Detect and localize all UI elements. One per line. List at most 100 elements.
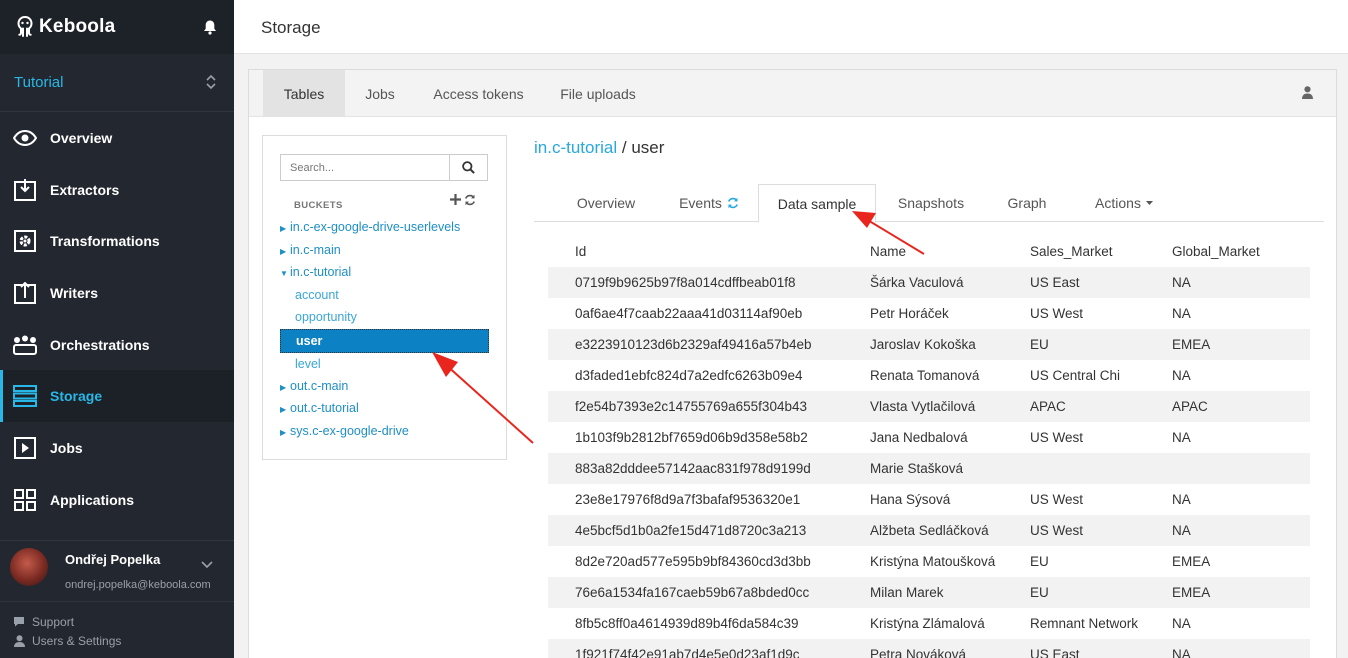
table-row: 4e5bcf5d1b0a2fe15d471d8720c3a213 Alžbeta … xyxy=(548,515,1310,546)
breadcrumb-bucket-link[interactable]: in.c-tutorial xyxy=(534,138,617,157)
nav-label: Storage xyxy=(50,388,103,405)
caret-right-icon: ▶ xyxy=(280,247,287,256)
bucket-label: in.c-main xyxy=(290,243,341,257)
nav-item-applications[interactable]: Applications xyxy=(0,474,234,526)
table-cell: 1f921f74f42e91ab7d4e5e0d23af1d9c xyxy=(575,647,800,658)
tab-events-label: Events xyxy=(679,195,722,211)
bucket-item[interactable]: ▶ out.c-main xyxy=(280,379,348,393)
bucket-item[interactable]: ▶ out.c-tutorial xyxy=(280,401,359,415)
table-cell: 883a82dddee57142aac831f978d9199d xyxy=(575,461,811,476)
tab-events[interactable]: Events xyxy=(664,184,754,222)
play-icon xyxy=(12,435,38,461)
nav-item-extractors[interactable]: Extractors xyxy=(0,164,234,216)
table-cell: NA xyxy=(1172,523,1191,538)
table-item[interactable]: level xyxy=(295,357,321,371)
nav-item-writers[interactable]: Writers xyxy=(0,267,234,319)
tab-snapshots[interactable]: Snapshots xyxy=(886,184,976,222)
table-cell: US East xyxy=(1030,275,1080,290)
table-row: 1f921f74f42e91ab7d4e5e0d23af1d9c Petra No… xyxy=(548,639,1310,658)
table-cell: Šárka Vaculová xyxy=(870,275,964,290)
table-cell: 8fb5c8ff0a4614939d89b4f6da584c39 xyxy=(575,616,799,631)
nav-label: Applications xyxy=(50,491,135,508)
table-cell: APAC xyxy=(1030,399,1066,414)
footer-links: Support Users & Settings xyxy=(12,612,121,650)
tab-jobs[interactable]: Jobs xyxy=(350,70,410,117)
refresh-icon[interactable] xyxy=(464,194,476,206)
apps-icon xyxy=(12,487,38,513)
sidebar: Keboola Tutorial Overview Extractors Tra… xyxy=(0,0,234,658)
table-item[interactable]: account xyxy=(295,288,339,302)
chevron-down-icon xyxy=(201,561,213,569)
table-cell: EU xyxy=(1030,337,1049,352)
nav-item-storage[interactable]: Storage xyxy=(0,370,234,423)
storage-tabs: Tables Jobs Access tokens File uploads xyxy=(249,70,1336,117)
nav-item-orchestrations[interactable]: Orchestrations xyxy=(0,319,234,371)
tab-overview[interactable]: Overview xyxy=(561,184,651,222)
table-cell: Alžbeta Sedláčková xyxy=(870,523,989,538)
octopus-icon xyxy=(17,16,33,37)
table-cell: US East xyxy=(1030,647,1080,658)
bucket-label: sys.c-ex-google-drive xyxy=(290,424,409,438)
bucket-label: out.c-main xyxy=(290,379,349,393)
tab-data-sample[interactable]: Data sample xyxy=(758,184,876,223)
table-cell: Jana Nedbalová xyxy=(870,430,968,445)
tab-graph[interactable]: Graph xyxy=(982,184,1072,222)
bell-icon[interactable] xyxy=(203,19,217,35)
table-cell: US West xyxy=(1030,430,1084,445)
table-cell: EMEA xyxy=(1172,337,1211,352)
search-button[interactable] xyxy=(449,155,487,180)
gear-icon xyxy=(12,228,38,254)
bucket-label: out.c-tutorial xyxy=(290,401,359,415)
breadcrumb-separator: / xyxy=(621,138,627,157)
storage-panel: Tables Jobs Access tokens File uploads B… xyxy=(248,69,1337,658)
nav-label: Writers xyxy=(50,284,98,301)
bucket-item[interactable]: ▼ in.c-tutorial xyxy=(280,265,351,279)
user-icon[interactable] xyxy=(1302,86,1313,99)
tab-actions[interactable]: Actions xyxy=(1084,184,1164,222)
caret-right-icon: ▶ xyxy=(280,224,287,233)
tab-actions-label: Actions xyxy=(1095,195,1141,211)
storage-icon xyxy=(12,383,38,409)
nav-label: Orchestrations xyxy=(50,336,150,353)
nav-item-transformations[interactable]: Transformations xyxy=(0,215,234,267)
add-bucket-icon[interactable] xyxy=(450,194,461,205)
user-email: ondrej.popelka@keboola.com xyxy=(65,579,211,591)
nav-label: Jobs xyxy=(50,439,83,456)
nav-label: Extractors xyxy=(50,181,120,198)
user-menu[interactable]: Ondřej Popelka ondrej.popelka@keboola.co… xyxy=(0,540,234,602)
project-selector[interactable]: Tutorial xyxy=(0,54,234,112)
buckets-header: BUCKETS xyxy=(294,200,343,211)
page-header: Storage xyxy=(234,0,1348,54)
table-cell: NA xyxy=(1172,492,1191,507)
table-cell: EMEA xyxy=(1172,585,1211,600)
users-settings-link[interactable]: Users & Settings xyxy=(12,631,121,650)
nav-item-overview[interactable]: Overview xyxy=(0,112,234,164)
bucket-label: in.c-tutorial xyxy=(290,265,352,279)
bucket-item[interactable]: ▶ sys.c-ex-google-drive xyxy=(280,424,409,438)
eye-icon xyxy=(12,125,38,151)
search-input[interactable] xyxy=(281,155,449,180)
bucket-label: in.c-ex-google-drive-userlevels xyxy=(290,220,461,234)
table-item-selected[interactable]: user xyxy=(280,329,489,353)
table-cell: Petr Horáček xyxy=(870,306,949,321)
nav-item-jobs[interactable]: Jobs xyxy=(0,422,234,474)
tab-access-tokens[interactable]: Access tokens xyxy=(425,70,532,117)
brand-bar: Keboola xyxy=(0,0,234,54)
table-cell: f2e54b7393e2c14755769a655f304b43 xyxy=(575,399,807,414)
user-icon xyxy=(12,634,26,647)
table-cell: 8d2e720ad577e595b9bf84360cd3d3bb xyxy=(575,554,811,569)
support-label: Support xyxy=(32,614,75,629)
bucket-item[interactable]: ▶ in.c-main xyxy=(280,243,341,257)
caret-down-icon: ▼ xyxy=(280,269,288,278)
support-link[interactable]: Support xyxy=(12,612,121,631)
keboola-logo[interactable]: Keboola xyxy=(16,16,115,38)
bucket-item[interactable]: ▶ in.c-ex-google-drive-userlevels xyxy=(280,220,460,234)
table-cell: Remnant Network xyxy=(1030,616,1139,631)
tab-tables[interactable]: Tables xyxy=(263,70,345,117)
table-item[interactable]: opportunity xyxy=(295,310,357,324)
table-cell: Renata Tomanová xyxy=(870,368,980,383)
table-cell xyxy=(1145,453,1310,484)
caret-down-icon xyxy=(1145,201,1153,205)
tab-file-uploads[interactable]: File uploads xyxy=(549,70,647,117)
table-cell: Marie Stašková xyxy=(870,461,964,476)
